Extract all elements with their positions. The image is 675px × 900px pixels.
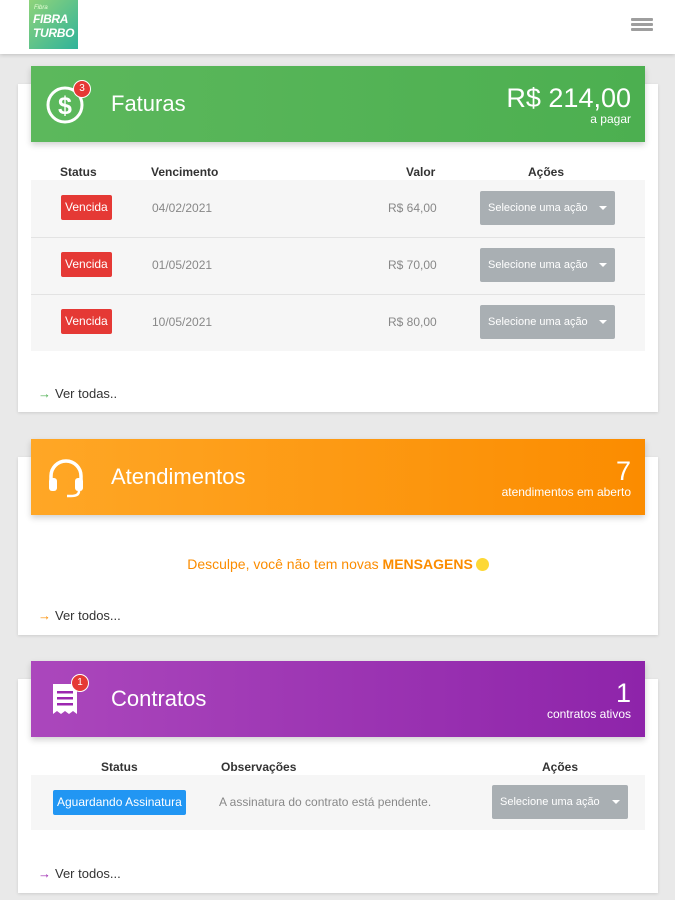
amount: R$ 64,00: [388, 201, 437, 215]
contract-note: A assinatura do contrato está pendente.: [219, 795, 432, 809]
faturas-col-vencimento: Vencimento: [151, 165, 219, 179]
faturas-see-all-label: Ver todas..: [55, 386, 118, 401]
amount: R$ 80,00: [388, 315, 437, 329]
caret-down-icon: [599, 263, 607, 267]
caret-down-icon: [612, 800, 620, 804]
brand-logo[interactable]: Fibra FIBRA TURBO: [29, 0, 78, 49]
action-select[interactable]: Selecione uma ação: [480, 191, 615, 225]
status-badge: Vencida: [61, 252, 112, 277]
faturas-title: Faturas: [111, 91, 186, 116]
action-select-label: Selecione uma ação: [488, 259, 588, 271]
hamburger-menu-icon[interactable]: [628, 16, 656, 38]
faturas-header: $ 3 Faturas R$ 214,00 a pagar: [31, 66, 645, 142]
sad-face-icon: [475, 558, 489, 571]
action-select[interactable]: Selecione uma ação: [492, 785, 628, 819]
contratos-col-acoes: Ações: [542, 760, 579, 774]
no-messages-highlight: MENSAGENS: [382, 556, 473, 572]
arrow-right-icon: →: [38, 386, 51, 401]
atendimentos-see-all-label: Ver todos...: [55, 608, 121, 623]
arrow-right-icon: →: [38, 608, 51, 623]
contratos-title: Contratos: [111, 686, 207, 711]
atendimentos-count: 7: [615, 456, 631, 486]
due-date: 04/02/2021: [152, 201, 213, 215]
contratos-count: 1: [615, 678, 631, 708]
contratos-see-all-link[interactable]: → Ver todos...: [38, 866, 121, 881]
caret-down-icon: [599, 206, 607, 210]
action-select[interactable]: Selecione uma ação: [480, 305, 615, 339]
faturas-amount-caption: a pagar: [590, 112, 631, 126]
svg-text:$: $: [58, 92, 72, 120]
faturas-badge: 3: [73, 80, 91, 98]
status-badge: Vencida: [61, 309, 112, 334]
action-select-label: Selecione uma ação: [488, 202, 588, 214]
due-date: 01/05/2021: [152, 258, 213, 272]
action-select[interactable]: Selecione uma ação: [480, 248, 615, 282]
faturas-col-acoes: Ações: [528, 165, 565, 179]
action-select-label: Selecione uma ação: [488, 316, 588, 328]
no-messages-prefix: Desculpe, você não tem novas: [187, 556, 379, 572]
top-bar: Fibra FIBRA TURBO: [0, 0, 675, 54]
atendimentos-header: Atendimentos 7 atendimentos em aberto: [31, 439, 645, 515]
amount: R$ 70,00: [388, 258, 437, 272]
status-badge: Vencida: [61, 195, 112, 220]
contratos-header: 1 Contratos 1 contratos ativos: [31, 661, 645, 737]
table-row: Vencida 10/05/2021 R$ 80,00 Selecione um…: [31, 294, 645, 351]
contratos-count-caption: contratos ativos: [546, 707, 631, 721]
headset-icon: [49, 459, 83, 498]
contratos-col-observacoes: Observações: [221, 760, 297, 774]
arrow-right-icon: →: [38, 866, 51, 881]
due-date: 10/05/2021: [152, 315, 213, 329]
brand-logo-line3: TURBO: [33, 26, 75, 40]
atendimentos-see-all-link[interactable]: → Ver todos...: [38, 608, 121, 623]
table-row: Vencida 01/05/2021 R$ 70,00 Selecione um…: [31, 237, 645, 294]
no-messages-text: Desculpe, você não tem novas MENSAGENS: [18, 556, 658, 572]
faturas-amount: R$ 214,00: [506, 83, 631, 113]
brand-logo-line2: FIBRA: [33, 12, 69, 26]
action-select-label: Selecione uma ação: [500, 796, 600, 808]
contratos-col-status: Status: [101, 760, 138, 774]
table-row: Vencida 04/02/2021 R$ 64,00 Selecione um…: [31, 180, 645, 237]
faturas-col-status: Status: [60, 165, 97, 179]
contratos-badge: 1: [71, 674, 89, 692]
faturas-col-valor: Valor: [406, 165, 436, 179]
table-row: Aguardando Assinatura A assinatura do co…: [31, 775, 645, 830]
brand-logo-line1: Fibra: [34, 5, 48, 11]
faturas-see-all-link[interactable]: → Ver todas..: [38, 386, 117, 401]
status-badge: Aguardando Assinatura: [53, 790, 186, 815]
atendimentos-title: Atendimentos: [111, 464, 246, 489]
caret-down-icon: [599, 320, 607, 324]
atendimentos-count-caption: atendimentos em aberto: [501, 485, 631, 499]
contratos-see-all-label: Ver todos...: [55, 866, 121, 881]
